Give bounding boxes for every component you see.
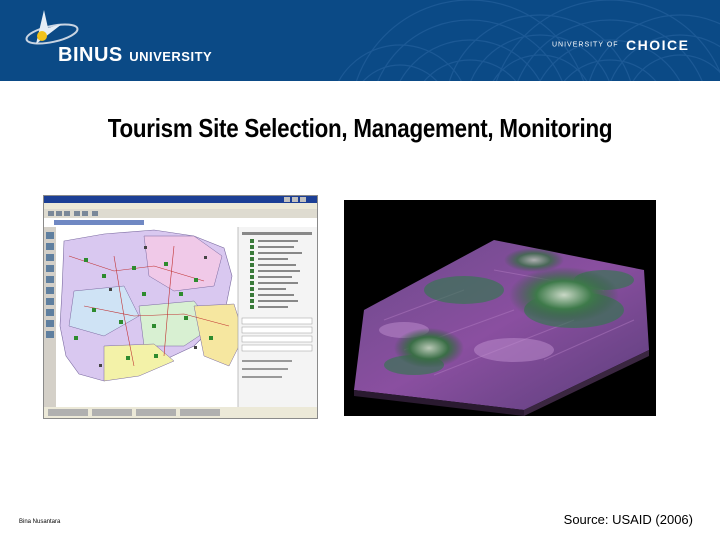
terrain-3d-image (344, 200, 656, 416)
logo-primary: BINUS (58, 44, 123, 66)
gis-application-screenshot (43, 195, 318, 419)
tagline-main: CHOICE (626, 36, 690, 53)
slide-title: Tourism Site Selection, Management, Moni… (107, 113, 613, 143)
header-band: BINUS UNIVERSITY UNIVERSITY OF CHOICE (0, 0, 720, 81)
logo-secondary: UNIVERSITY (129, 49, 213, 64)
tagline-prefix: UNIVERSITY OF (552, 41, 619, 49)
footer-organization: Bina Nusantara (19, 519, 61, 525)
logo-wordmark: BINUS UNIVERSITY (58, 44, 212, 67)
binus-logo: BINUS UNIVERSITY (22, 6, 222, 72)
source-citation: Source: USAID (2006) (563, 512, 693, 527)
tagline: UNIVERSITY OF CHOICE (552, 36, 689, 54)
